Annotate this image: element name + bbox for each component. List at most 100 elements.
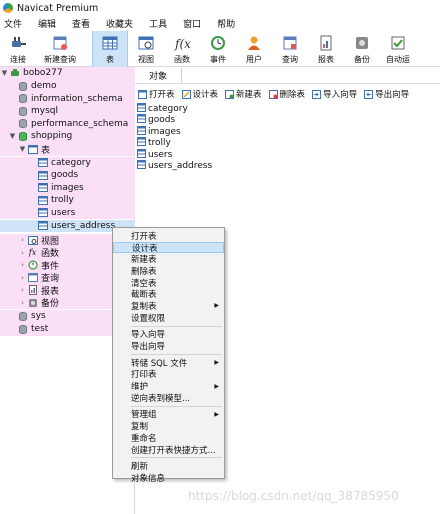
chevron-right-icon[interactable]: ›	[18, 286, 27, 294]
table-icon	[137, 102, 146, 115]
list-item[interactable]: images	[137, 125, 212, 138]
menu-item-manage-group[interactable]: 管理组 ▶	[113, 409, 224, 420]
new-table-button[interactable]: 新建表	[222, 88, 262, 100]
chevron-down-icon[interactable]: ▼	[0, 69, 9, 77]
list-item[interactable]: users_address	[137, 160, 212, 173]
connect-button[interactable]: 连接	[0, 31, 36, 67]
menu-tools[interactable]: 工具	[145, 17, 173, 30]
table-icon	[37, 182, 48, 193]
database-icon	[17, 324, 28, 335]
list-item[interactable]: trolly	[137, 137, 212, 150]
menu-item-dump-sql[interactable]: 转储 SQL 文件 ▶	[113, 357, 224, 369]
object-action-bar: 打开表 设计表 新建表 删除表 导入向导 导出向导	[135, 87, 413, 101]
context-menu: 打开表 设计表 新建表 删除表 清空表 截断表 复制表 ▶ 设置权限 导入向导 导…	[112, 227, 225, 484]
chevron-right-icon[interactable]: ›	[18, 236, 27, 244]
menu-item-refresh[interactable]: 刷新	[113, 460, 224, 472]
tree-table-users[interactable]: users	[0, 206, 135, 219]
function-tool-button[interactable]: f(x) 函数	[164, 31, 200, 67]
chevron-down-icon[interactable]: ▼	[8, 132, 17, 140]
menu-item-truncate-table[interactable]: 截断表	[113, 288, 224, 300]
menu-item-print-table[interactable]: 打印表	[113, 369, 224, 380]
query-tool-button[interactable]: 查询	[272, 31, 308, 67]
menu-item-rename[interactable]: 重命名	[113, 432, 224, 444]
chevron-right-icon[interactable]: ›	[18, 274, 27, 282]
tree-connection-bobo277[interactable]: ▼ bobo277	[0, 67, 135, 80]
table-icon	[100, 34, 120, 52]
import-wizard-button[interactable]: 导入向导	[309, 88, 357, 100]
tree-folder-tables[interactable]: ▼ 表	[0, 143, 135, 156]
menu-view[interactable]: 查看	[68, 17, 96, 30]
export-wizard-button[interactable]: 导出向导	[361, 88, 409, 100]
table-icon	[37, 207, 48, 218]
open-table-button[interactable]: 打开表	[135, 88, 175, 100]
menu-item-new-table[interactable]: 新建表	[113, 253, 224, 265]
menu-item-design-table[interactable]: 设计表	[113, 241, 224, 254]
list-item[interactable]: category	[137, 102, 212, 115]
report-tool-button[interactable]: 报表	[308, 31, 344, 67]
user-tool-button[interactable]: 用户	[236, 31, 272, 67]
function-icon: fx	[28, 248, 37, 258]
chevron-right-icon[interactable]: ›	[18, 261, 27, 269]
automation-tool-button[interactable]: 自动运	[380, 31, 416, 67]
submenu-arrow-icon: ▶	[214, 382, 219, 390]
list-item[interactable]: goods	[137, 114, 212, 127]
tree-table-goods[interactable]: goods	[0, 169, 135, 182]
tree-table-images[interactable]: images	[0, 181, 135, 194]
menu-item-delete-table[interactable]: 删除表	[113, 265, 224, 277]
menu-favorites[interactable]: 收藏夹	[102, 17, 139, 30]
menu-item-open-table[interactable]: 打开表	[113, 230, 224, 242]
submenu-arrow-icon: ▶	[214, 302, 219, 310]
menu-divider	[131, 353, 222, 355]
menu-item-set-permissions[interactable]: 设置权限	[113, 312, 224, 324]
tree-database-mysql[interactable]: mysql	[0, 105, 135, 118]
backup-tool-button[interactable]: 备份	[344, 31, 380, 67]
menu-edit[interactable]: 编辑	[34, 17, 62, 30]
menu-item-import-wizard[interactable]: 导入向导	[113, 329, 224, 340]
list-item[interactable]: users	[137, 148, 212, 161]
function-icon: f(x)	[172, 34, 192, 52]
plug-icon	[8, 34, 28, 52]
menu-item-maintain[interactable]: 维护 ▶	[113, 380, 224, 392]
table-icon	[137, 114, 146, 126]
menu-item-duplicate-table[interactable]: 复制表 ▶	[113, 300, 224, 312]
menu-bar: 文件 编辑 查看 收藏夹 工具 窗口 帮助	[0, 16, 440, 31]
table-tool-button[interactable]: 表	[92, 31, 128, 67]
tree-database-performance-schema[interactable]: performance_schema	[0, 117, 135, 130]
new-query-button[interactable]: 新建查询	[36, 31, 84, 67]
database-icon	[17, 118, 28, 129]
tree-database-demo[interactable]: demo	[0, 80, 135, 93]
backup-icon	[352, 34, 372, 52]
menu-item-object-info[interactable]: 对象信息	[113, 472, 224, 484]
view-tool-button[interactable]: 视图	[128, 31, 164, 67]
menu-item-reverse-to-model[interactable]: 逆向表到模型...	[113, 392, 224, 404]
menu-item-empty-table[interactable]: 清空表	[113, 277, 224, 289]
export-icon	[364, 89, 374, 99]
menu-item-copy[interactable]: 复制	[113, 420, 224, 432]
tree-table-trolly[interactable]: trolly	[0, 194, 135, 207]
user-icon	[244, 34, 264, 52]
menu-item-create-shortcut[interactable]: 创建打开表快捷方式...	[113, 444, 224, 456]
chevron-down-icon[interactable]: ▼	[18, 145, 27, 153]
design-table-button[interactable]: 设计表	[179, 88, 218, 100]
chevron-right-icon[interactable]: ›	[18, 249, 27, 257]
tree-database-shopping[interactable]: ▼ shopping	[0, 130, 135, 143]
menu-file[interactable]: 文件	[0, 17, 28, 30]
menu-divider	[131, 457, 222, 459]
menu-help[interactable]: 帮助	[213, 17, 241, 30]
tree-database-information-schema[interactable]: information_schema	[0, 92, 135, 105]
database-icon	[17, 131, 28, 142]
view-icon	[27, 235, 38, 246]
database-icon	[17, 93, 28, 104]
tab-objects[interactable]: 对象	[135, 69, 181, 82]
backup-icon	[27, 297, 38, 308]
chevron-right-icon[interactable]: ›	[18, 299, 27, 307]
database-icon	[17, 311, 28, 322]
delete-table-button[interactable]: 删除表	[266, 88, 305, 100]
menu-window[interactable]: 窗口	[179, 17, 207, 30]
menu-item-export-wizard[interactable]: 导出向导	[113, 340, 224, 352]
query-icon	[27, 272, 38, 283]
title-bar: Navicat Premium	[0, 0, 440, 16]
event-tool-button[interactable]: 事件	[200, 31, 236, 67]
tree-table-category[interactable]: category	[0, 156, 135, 169]
open-table-icon	[138, 89, 147, 99]
